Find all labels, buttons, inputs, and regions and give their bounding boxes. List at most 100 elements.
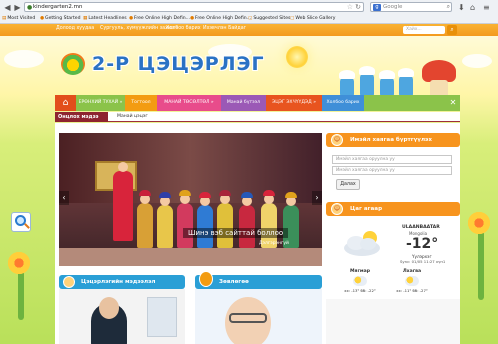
reload-icon[interactable]: ↻ — [355, 3, 361, 11]
child-figure — [157, 192, 173, 248]
teacher-figure — [113, 162, 133, 241]
weather-widget: ☺ Цаг агаар ULAANBAATAR Mongolia -12° Үү… — [326, 202, 460, 294]
main-content: ‹ › Шинэ вэб сайттай боллоо Дэлгэрэнгүй … — [55, 123, 460, 344]
bookmark-item[interactable]: ▤Most Visited — [2, 16, 35, 21]
flower-decoration — [466, 210, 492, 236]
bookmark-item[interactable]: ●Getting Started — [40, 16, 81, 21]
child-figure — [137, 190, 153, 248]
bookmark-item[interactable]: ▦Latest Headlines — [83, 16, 127, 21]
top-link[interactable]: Ихэвчлэн Байдаг — [203, 26, 246, 31]
child-figure — [217, 190, 233, 248]
tiger-mascot-icon — [199, 271, 213, 287]
rss-icon: ▦ — [83, 16, 88, 21]
glasses-icon — [229, 313, 267, 323]
site-title[interactable]: 2-Р ЦЭЦЭРЛЭГ — [92, 53, 265, 75]
download-icon[interactable]: ⬇ — [458, 3, 465, 12]
browser-search-input[interactable]: g Google ⌕ — [370, 2, 452, 12]
search-icon: ⌕ — [450, 26, 454, 33]
forecast-day-name: Лхагва — [402, 269, 422, 274]
address-bar[interactable]: ● kindergarten2.mn ☆ ↻ — [24, 2, 364, 12]
slide-caption[interactable]: Шинэ вэб сайттай боллоо — [183, 228, 289, 238]
site-icon: ● — [190, 16, 195, 21]
menu-icon[interactable]: ≡ — [483, 3, 490, 12]
child-figure — [197, 192, 213, 248]
bookmark-item[interactable]: ●Free Online High Defin... — [129, 16, 190, 21]
google-icon[interactable]: g — [373, 4, 381, 11]
menu-item-parents[interactable]: ЭЦЭГ ЭХЧҮҮДЭД » — [266, 95, 322, 111]
featured-news-link[interactable]: Манай цэцэг — [117, 112, 148, 122]
bookmark-star-icon[interactable]: ☆ — [347, 3, 353, 11]
top-link[interactable]: Долоод хуудаа — [56, 26, 94, 31]
site-logo-icon[interactable] — [61, 53, 85, 75]
shuffle-icon[interactable]: ✕ — [446, 95, 460, 111]
site-icon: ● — [129, 16, 134, 21]
forecast-day-name: Мягмар — [349, 269, 371, 274]
page-icon: ▢ — [290, 16, 295, 21]
mushroom-house-roof — [422, 60, 456, 82]
featured-news-tab[interactable]: Онцлох мэдээ — [55, 112, 108, 122]
email-confirm-field[interactable]: Имэйл хаягаа оруулна уу — [332, 166, 452, 175]
bookmarks-bar: ▤Most Visited ●Getting Started ▦Latest H… — [0, 14, 498, 24]
child-figure — [239, 192, 255, 248]
sidebar-widget — [326, 299, 460, 344]
bookmark-item[interactable]: ▢Suggested Sites — [248, 16, 290, 21]
slider-prev-icon[interactable]: ‹ — [59, 191, 69, 205]
top-link[interactable]: Холбоо барих — [166, 26, 201, 31]
email-field[interactable]: Имэйл хаягаа оруулна уу — [332, 155, 452, 164]
bookmark-item[interactable]: ▢Web Slice Gallery — [290, 16, 335, 21]
address-url: kindergarten2.mn — [33, 4, 83, 10]
firefox-icon: ● — [40, 16, 45, 21]
partly-cloudy-icon — [405, 276, 419, 286]
weather-temperature: -12° — [406, 236, 439, 252]
stage-floor — [59, 248, 322, 266]
slide-more-link[interactable]: Дэлгэрэнгүй — [259, 241, 289, 246]
smurf-banner-illustration — [326, 48, 462, 98]
advice-image[interactable] — [195, 289, 322, 344]
menu-item-contact[interactable]: Холбоо барих — [322, 95, 364, 111]
smurf-avatar-icon: ☺ — [331, 134, 343, 146]
zoom-widget[interactable] — [11, 212, 31, 232]
subscribe-button[interactable]: Далах — [336, 179, 360, 190]
forecast-day-temps: хх: -11° бб: -27° — [396, 288, 428, 293]
weather-updated: Sync: 01/05 11:27 хүн1 — [400, 259, 446, 264]
site-search-input[interactable]: Хайх... — [403, 26, 445, 34]
smurf-avatar-icon — [63, 276, 75, 288]
image-slider[interactable]: ‹ › Шинэ вэб сайттай боллоо Дэлгэрэнгүй — [59, 133, 322, 266]
home-icon[interactable]: ⌂ — [470, 3, 475, 12]
site-search-button[interactable]: ⌕ — [447, 25, 457, 35]
forward-arrow-icon[interactable]: ▶ — [13, 3, 22, 12]
search-icon[interactable]: ⌕ — [447, 3, 450, 11]
menu-item-decrees[interactable]: Тогтоол — [125, 95, 157, 111]
office-background — [147, 297, 177, 337]
folder-icon: ▤ — [2, 16, 7, 21]
flower-decoration — [6, 250, 32, 276]
forecast-day-temps: хх: -13° бб: -22° — [344, 288, 376, 293]
forecast-day: Мягмар хх: -13° бб: -22° — [340, 269, 380, 293]
menu-item-projects[interactable]: МАНАЙ ТӨСӨЛТӨЛ » — [157, 95, 221, 111]
kindergarten-info-image[interactable] — [59, 289, 185, 344]
advice-header[interactable]: Зөвлөгөө — [195, 271, 322, 289]
child-figure — [177, 190, 193, 248]
slider-next-icon[interactable]: › — [312, 191, 322, 205]
kindergarten-info-header[interactable]: Цэцэрлэгийн мэдээлэл — [59, 275, 185, 289]
menu-item-about[interactable]: ЕРӨНХИЙ ТУХАЙ » — [76, 95, 125, 111]
newsletter-widget: ☺ Имэйл хаягаа бүртгүүлэх Имэйл хаягаа о… — [326, 133, 460, 199]
back-arrow-icon[interactable]: ◀ — [3, 3, 12, 12]
page-icon: ▢ — [248, 16, 253, 21]
home-icon[interactable]: ⌂ — [55, 95, 76, 111]
cloudy-weather-icon — [344, 231, 380, 256]
weather-widget-title: ☺ Цаг агаар — [326, 202, 460, 216]
staff-face — [99, 297, 119, 319]
browser-chrome: ◀ ▶ ● kindergarten2.mn ☆ ↻ g Google ⌕ ⬇ … — [0, 0, 498, 24]
smurf-avatar-icon: ☺ — [331, 203, 343, 215]
browser-navbar: ◀ ▶ ● kindergarten2.mn ☆ ↻ g Google ⌕ ⬇ … — [0, 0, 498, 14]
newsletter-widget-title: ☺ Имэйл хаягаа бүртгүүлэх — [326, 133, 460, 147]
cloud-decoration — [462, 54, 492, 68]
forecast-day: Лхагва хх: -11° бб: -27° — [392, 269, 432, 293]
bookmark-item[interactable]: ●Free Online High Defin... — [190, 16, 251, 21]
menu-item-works[interactable]: Манай бүтээл — [221, 95, 266, 111]
top-link-bar: Долоод хуудаа Сургууль, хүмүүжлийн захиа… — [0, 24, 498, 36]
browser-search-placeholder: Google — [383, 4, 403, 10]
weather-city: ULAANBAATAR — [402, 225, 440, 230]
main-menu: ⌂ ЕРӨНХИЙ ТУХАЙ » Тогтоол МАНАЙ ТӨСӨЛТӨЛ… — [55, 95, 460, 111]
